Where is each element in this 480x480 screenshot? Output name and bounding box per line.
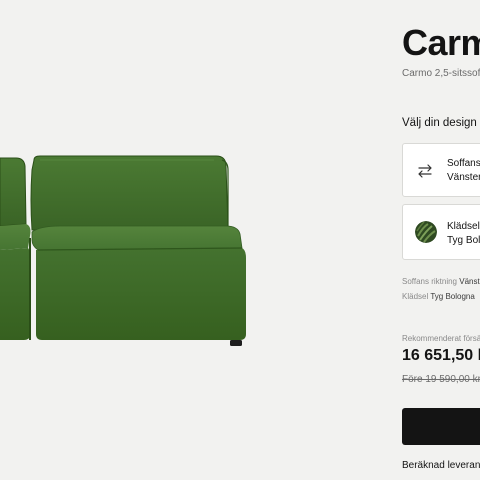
sofa-product-image — [0, 0, 390, 480]
option-card-direction[interactable]: Soffans riktning Vänster — [402, 143, 480, 197]
old-price: Före 19 590,00 kr — [402, 374, 480, 385]
option-card-fabric[interactable]: Klädsel Tyg Bologna — [402, 204, 480, 260]
product-subtitle: Carmo 2,5-sitssoffa — [402, 68, 480, 79]
summary-fabric: Klädsel Tyg Bologna — [402, 292, 475, 301]
summary-fabric-value: Tyg Bologna — [430, 292, 475, 301]
summary-direction: Soffans riktning Vänster — [402, 277, 480, 286]
price: 16 651,50 kr — [402, 347, 480, 364]
delivery-estimate: Beräknad leverans — [402, 460, 480, 471]
product-title: Carmo — [402, 22, 480, 63]
summary-fabric-label: Klädsel — [402, 292, 429, 301]
option-value: Vänster — [447, 172, 480, 183]
product-page: Carmo Carmo 2,5-sitssoffa Välj din desig… — [0, 0, 480, 480]
option-label: Klädsel — [447, 221, 480, 232]
summary-direction-label: Soffans riktning — [402, 277, 457, 286]
fabric-swatch-icon — [415, 221, 437, 243]
design-heading: Välj din design — [402, 117, 477, 129]
swap-arrows-icon — [416, 162, 434, 180]
option-label: Soffans riktning — [447, 158, 480, 169]
summary-direction-value: Vänster — [459, 277, 480, 286]
add-to-cart-button[interactable] — [402, 408, 480, 445]
option-value: Tyg Bologna — [447, 235, 480, 246]
recommended-price-label: Rekommenderat försäljningspris — [402, 334, 480, 343]
